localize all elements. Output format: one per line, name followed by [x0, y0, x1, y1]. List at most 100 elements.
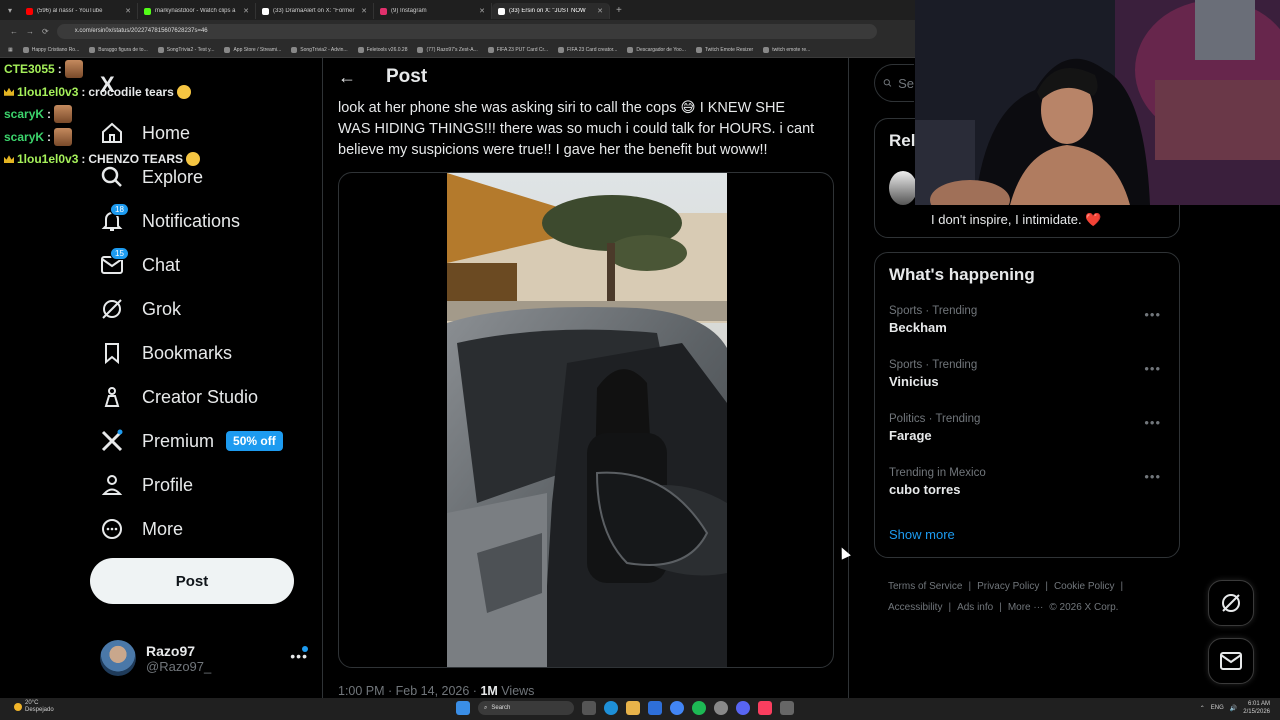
bookmark-item[interactable]: Twitch Emote Resizer	[695, 46, 753, 53]
browser-tab[interactable]: (33) DramaAlert on X: "Former ✕	[256, 3, 374, 19]
sidebar-item-home[interactable]: Home	[100, 111, 283, 155]
bookmark-item[interactable]: twitch emote re...	[763, 46, 810, 53]
discord-icon[interactable]	[736, 701, 750, 715]
browser-tab[interactable]: (9) Instagram ✕	[374, 3, 492, 19]
back-icon[interactable]: ←	[10, 27, 18, 36]
volume-icon[interactable]: 🔊	[1230, 705, 1237, 712]
page-title: Post	[386, 66, 428, 87]
reload-icon[interactable]: ⟳	[42, 27, 49, 36]
steam-icon[interactable]	[714, 701, 728, 715]
chevron-up-icon[interactable]: ⌃	[1200, 705, 1205, 712]
tweet-line: look at her phone she was asking siri to…	[338, 100, 786, 116]
clock[interactable]: 6:01 AM 2/15/2026	[1243, 700, 1270, 716]
bookmark-item[interactable]: SongTrivia2 - Test y...	[157, 46, 215, 53]
home-icon	[100, 121, 124, 145]
footer-link[interactable]: Terms of Service	[888, 581, 962, 592]
clock-time: 6:01 AM	[1247, 701, 1270, 707]
more-dots-icon[interactable]: •••	[1144, 415, 1161, 430]
grok-float-button[interactable]	[1208, 580, 1254, 626]
trend-item[interactable]: Politics · Trending Farage •••	[889, 413, 1169, 455]
bookmark-item[interactable]: Happy Cristiano Ro...	[22, 46, 79, 53]
post-button[interactable]: Post	[90, 558, 294, 604]
close-icon[interactable]: ✕	[243, 7, 249, 15]
file-explorer-icon[interactable]	[626, 701, 640, 715]
account-name: Razo97	[146, 642, 196, 659]
more-dots-icon[interactable]: •••	[1144, 361, 1161, 376]
sidebar-item-profile[interactable]: Profile	[100, 463, 283, 507]
post-header: ← Post	[338, 66, 427, 88]
footer-link[interactable]: Accessibility	[888, 602, 942, 613]
tab-list: (596) al nassr - YouTube ✕ markynastdoor -…	[20, 1, 610, 19]
more-dots-icon[interactable]: •••	[1144, 469, 1161, 484]
chrome-icon[interactable]	[670, 701, 684, 715]
bookmark-item[interactable]: App Store / Streami...	[224, 46, 281, 53]
video-frame[interactable]	[447, 173, 727, 668]
sidebar-item-explore[interactable]: Explore	[100, 155, 283, 199]
new-tab-button[interactable]: +	[610, 5, 628, 16]
footer-link[interactable]: Cookie Policy	[1054, 581, 1115, 592]
sidebar-item-notifications[interactable]: 18 Notifications	[100, 199, 283, 243]
tab-search-icon[interactable]: ▾	[0, 0, 20, 20]
relevant-title: Rel	[889, 131, 916, 150]
bookmark-item[interactable]: (77) Razo97's Zest-A...	[417, 46, 478, 53]
forward-icon[interactable]: →	[26, 27, 34, 36]
bell-icon: 18	[100, 203, 129, 233]
spotify-icon[interactable]	[692, 701, 706, 715]
trend-item[interactable]: Trending in Mexico cubo torres •••	[889, 467, 1169, 509]
sidebar-item-premium[interactable]: Premium 50% off	[100, 419, 283, 463]
browser-tab[interactable]: markynastdoor - Watch clips a ✕	[138, 3, 256, 19]
sidebar-item-grok[interactable]: Grok	[100, 287, 283, 331]
browser-tab[interactable]: (33) Ersin on X: "JUST NOW ✕	[492, 3, 610, 19]
sidebar-item-bookmarks[interactable]: Bookmarks	[100, 331, 283, 375]
bookmark-label: SongTrivia2 - Test y...	[166, 46, 215, 53]
close-icon[interactable]: ✕	[361, 7, 367, 15]
sun-icon	[14, 703, 22, 711]
messages-float-button[interactable]	[1208, 638, 1254, 684]
close-icon[interactable]: ✕	[597, 7, 603, 15]
sidebar-item-creator-studio[interactable]: Creator Studio	[100, 375, 283, 419]
weather-widget[interactable]: 20°C Despejado	[14, 700, 54, 714]
x-logo-icon[interactable]: X	[100, 72, 115, 98]
store-icon[interactable]	[648, 701, 662, 715]
x-premium-icon	[100, 429, 124, 453]
tweet-media[interactable]	[338, 172, 834, 668]
footer-link[interactable]: Privacy Policy	[977, 581, 1039, 592]
avatar[interactable]	[889, 171, 917, 205]
more-dots-icon[interactable]: •••	[290, 648, 308, 664]
footer-link[interactable]: Ads info	[957, 602, 993, 613]
address-bar[interactable]: x.com/ersin0x/status/2022747815607628237…	[56, 23, 877, 39]
trend-item[interactable]: Sports · Trending Vinicius •••	[889, 359, 1169, 401]
task-view-icon[interactable]	[582, 701, 596, 715]
bookmark-item[interactable]: FIFA 23 Card creator...	[558, 46, 617, 53]
bookmark-item[interactable]: Feletools v26.0.28	[357, 46, 407, 53]
footer-link[interactable]: © 2026 X Corp.	[1049, 602, 1118, 613]
chat-username: CTE3055	[4, 62, 55, 76]
footer-separator: |	[1045, 581, 1048, 592]
bookmark-item[interactable]: Buraggo figura de to...	[89, 46, 148, 53]
app-icon[interactable]	[780, 701, 794, 715]
close-icon[interactable]: ✕	[479, 7, 485, 15]
show-more-link[interactable]: Show more	[889, 527, 955, 542]
music-icon[interactable]	[758, 701, 772, 715]
trend-item[interactable]: Sports · Trending Beckham •••	[889, 305, 1169, 347]
browser-tab[interactable]: (596) al nassr - YouTube ✕	[20, 3, 138, 19]
search-input[interactable]: Se	[874, 64, 914, 102]
sidebar-item-more[interactable]: More	[100, 507, 283, 551]
post-time[interactable]: 1:00 PM · Feb 14, 2026 ·	[338, 684, 480, 698]
bookmark-item[interactable]: SongTrivia2 - Advin...	[291, 46, 348, 53]
lang-indicator[interactable]: ENG	[1211, 705, 1224, 711]
windows-start-icon[interactable]	[456, 701, 470, 715]
sidebar-item-chat[interactable]: 15 Chat	[100, 243, 283, 287]
more-dots-icon[interactable]: •••	[1144, 307, 1161, 322]
account-switcher[interactable]: Razo97 @Razo97_ •••	[100, 638, 310, 678]
notification-badge: 15	[110, 247, 129, 260]
taskbar-search[interactable]: ⌕ Search	[478, 701, 574, 715]
bookmark-item[interactable]: FIFA 23 PUT Card Cr...	[487, 46, 548, 53]
close-icon[interactable]: ✕	[125, 7, 131, 15]
back-arrow-icon[interactable]: ←	[338, 67, 356, 88]
bookmark-item[interactable]: Descargador de Yoo...	[627, 46, 686, 53]
tab-title: (596) al nassr - YouTube	[37, 8, 103, 14]
footer-link[interactable]: More ···	[1008, 602, 1044, 613]
apps-icon[interactable]: ▦	[8, 47, 13, 53]
edge-icon[interactable]	[604, 701, 618, 715]
